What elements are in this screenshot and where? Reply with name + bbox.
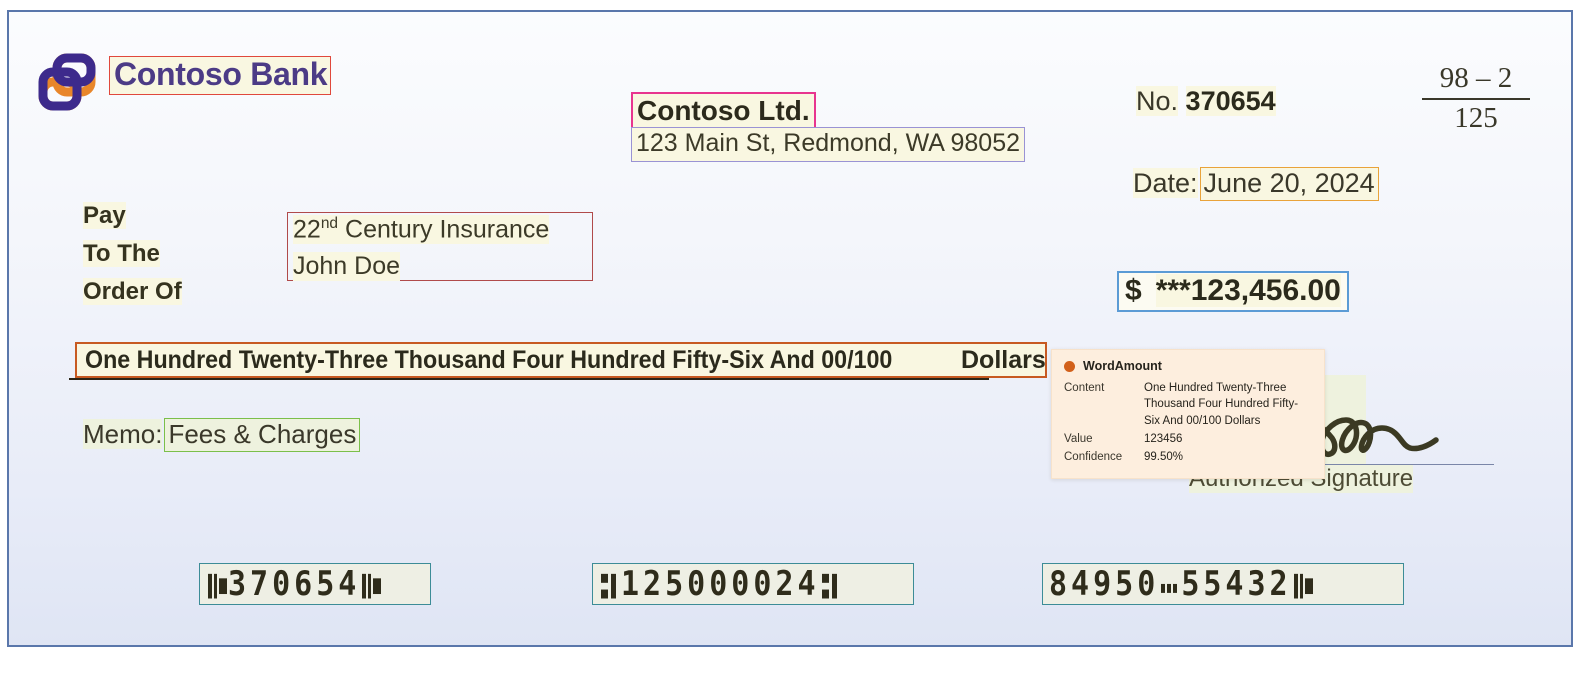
micr-routing-number-digits: 125000024 (621, 564, 820, 604)
written-amount-dollars-label: Dollars (961, 346, 1046, 374)
date-label: Date: (1133, 168, 1198, 198)
bank-name-ocr-box[interactable]: Contoso Bank (109, 56, 332, 95)
payee-ordinal-number: 22 (293, 215, 321, 244)
tooltip-value-value: 123456 (1144, 432, 1183, 445)
tooltip-key-content: Content (1064, 382, 1105, 394)
payee-ordinal-suffix: nd (320, 215, 339, 232)
tooltip-row-content: Content One Hundred Twenty-Three Thousan… (1064, 380, 1312, 429)
micr-routing-number-text: 125000024 (599, 564, 842, 604)
payee-name-line-1: 22nd Century Insurance (293, 215, 550, 245)
pay-label-line-3: Order Of (83, 277, 182, 305)
micr-on-us-symbol-icon (362, 571, 382, 600)
written-amount-rule (69, 378, 989, 380)
micr-account-digits-1: 84950 (1049, 564, 1160, 604)
ocr-field-tooltip: WordAmount Content One Hundred Twenty-Th… (1051, 349, 1325, 479)
routing-fraction-denominator: 125 (1454, 102, 1498, 135)
micr-transit-symbol-icon (601, 571, 619, 600)
payer-address: 123 Main St, Redmond, WA 98052 (636, 129, 1021, 157)
tooltip-header: WordAmount (1064, 359, 1312, 373)
micr-routing-number-ocr-box[interactable]: 125000024 (592, 563, 914, 605)
tooltip-field-name: WordAmount (1083, 359, 1162, 373)
tooltip-value-confidence: 99.50% (1144, 451, 1184, 464)
pay-label-line-2: To The (83, 239, 160, 267)
payer-name: Contoso Ltd. (637, 95, 810, 126)
micr-account-number-ocr-box[interactable]: 84950 55432 (1042, 563, 1404, 605)
payer-address-ocr-box[interactable]: 123 Main St, Redmond, WA 98052 (631, 127, 1026, 162)
check-document: Contoso Bank Contoso Ltd. 123 Main St, R… (7, 10, 1573, 647)
micr-transit-symbol-icon (821, 571, 840, 600)
amount-ocr-box[interactable]: $ ***123,456.00 (1117, 271, 1349, 312)
micr-account-digits-2: 55432 (1181, 564, 1292, 604)
amount-currency-symbol: $ (1125, 274, 1142, 307)
payee-name-line-2: John Doe (293, 252, 401, 281)
memo-label: Memo: (83, 419, 163, 449)
check-number-row: No. 370654 (1136, 86, 1276, 117)
micr-on-us-symbol-icon (208, 571, 227, 600)
micr-check-number-digits: 370654 (228, 564, 361, 604)
check-number-label: No. (1136, 86, 1179, 116)
micr-check-number-text: 370654 (206, 564, 382, 604)
pay-to-the-order-of-label: Pay To The Order Of (83, 197, 182, 311)
micr-check-number-ocr-box[interactable]: 370654 (199, 563, 431, 605)
field-color-dot-icon (1064, 360, 1075, 372)
pay-label-line-1: Pay (83, 202, 126, 229)
micr-account-number-text: 84950 55432 (1049, 564, 1314, 604)
bank-name: Contoso Bank (114, 56, 328, 92)
micr-on-us-symbol-icon (1293, 571, 1313, 600)
tooltip-row-confidence: Confidence 99.50% (1064, 449, 1312, 465)
date-row: Date: June 20, 2024 (1133, 167, 1379, 201)
date-value-ocr-box[interactable]: June 20, 2024 (1199, 167, 1379, 201)
tooltip-key-value: Value (1064, 432, 1093, 445)
written-amount-text: One Hundred Twenty-Three Thousand Four H… (85, 346, 893, 374)
check-number-value: 370654 (1185, 86, 1276, 116)
routing-fraction-bar (1422, 98, 1530, 101)
contoso-rings-logo-icon (33, 48, 101, 116)
routing-fraction: 98 – 2 125 (1422, 60, 1530, 137)
memo-value-ocr-box[interactable]: Fees & Charges (164, 418, 361, 452)
micr-dash-symbol-icon (1161, 571, 1179, 600)
routing-fraction-numerator: 98 – 2 (1439, 62, 1513, 94)
tooltip-key-confidence: Confidence (1064, 451, 1123, 464)
memo-row: Memo: Fees & Charges (83, 418, 361, 452)
tooltip-value-content: One Hundred Twenty-Three Thousand Four H… (1144, 382, 1299, 427)
amount-value: ***123,456.00 (1155, 274, 1341, 307)
payee-name-rest: Century Insurance (338, 215, 550, 244)
tooltip-row-value: Value 123456 (1064, 431, 1312, 447)
